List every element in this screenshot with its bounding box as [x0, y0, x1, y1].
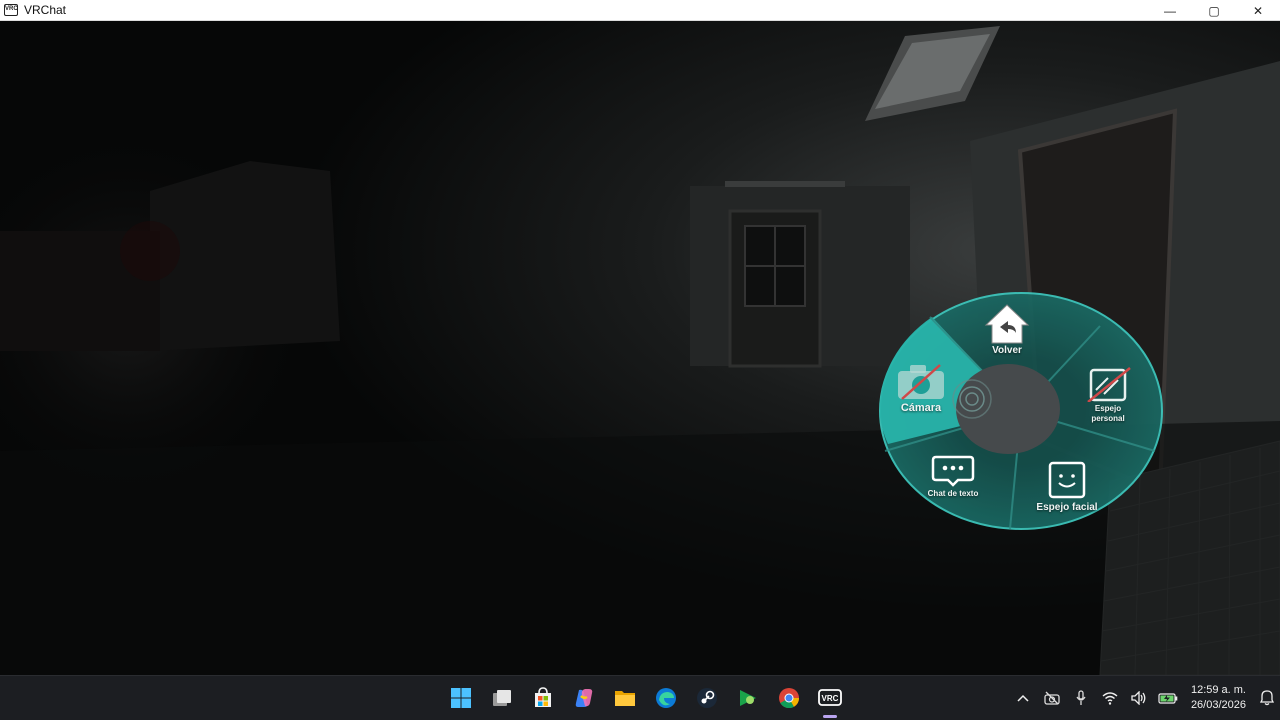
- microsoft-store-button[interactable]: [522, 676, 563, 720]
- copilot-icon: [575, 689, 592, 707]
- clock-time: 12:59 a. m.: [1190, 684, 1246, 696]
- wifi-icon: [1102, 691, 1117, 705]
- close-button[interactable]: ✕: [1236, 0, 1280, 21]
- game-launcher-button[interactable]: [727, 676, 768, 720]
- edge-icon: [655, 688, 676, 708]
- edge-button[interactable]: [645, 676, 686, 720]
- microphone-tray-button[interactable]: [1066, 676, 1095, 720]
- file-explorer-button[interactable]: [604, 676, 645, 720]
- svg-text:VRC: VRC: [821, 694, 838, 703]
- microsoft-store-icon: [534, 687, 551, 707]
- network-tray-button[interactable]: [1095, 676, 1124, 720]
- camera-off-icon: [1043, 691, 1060, 705]
- chat-bubble-icon: [931, 455, 975, 487]
- battery-icon: [1157, 693, 1177, 704]
- personal-mirror-option[interactable]: Espejo personal: [1078, 366, 1138, 426]
- game-scene: [0, 21, 1280, 675]
- chrome-button[interactable]: [768, 676, 809, 720]
- start-button[interactable]: [440, 676, 481, 720]
- window-titlebar: VRC VRChat — ▢ ✕: [0, 0, 1280, 21]
- camera-option[interactable]: Cámara: [890, 361, 952, 421]
- back-option[interactable]: Volver: [968, 301, 1046, 363]
- steam-button[interactable]: [686, 676, 727, 720]
- camera-tray-button[interactable]: [1037, 676, 1066, 720]
- mirror-off-icon: [1087, 367, 1131, 403]
- personal-mirror-label-line2: personal: [1091, 414, 1125, 423]
- chrome-icon: [778, 688, 799, 709]
- notification-bell-icon: [1260, 690, 1274, 706]
- minimize-button[interactable]: —: [1148, 0, 1192, 21]
- face-mirror-label: Espejo facial: [1036, 502, 1098, 513]
- copilot-button[interactable]: [563, 676, 604, 720]
- active-app-indicator: [822, 715, 837, 718]
- clock-date: 26/03/2026: [1190, 699, 1246, 711]
- game-launcher-icon: [739, 690, 756, 706]
- vrchat-button[interactable]: VRC: [809, 676, 850, 720]
- window-controls: — ▢ ✕: [1148, 0, 1280, 21]
- face-mirror-icon: [1048, 461, 1086, 499]
- text-chat-label: Chat de texto: [927, 489, 979, 498]
- game-viewport[interactable]: Volver Cámara Espejo personal Chat de te…: [0, 21, 1280, 675]
- face-mirror-option[interactable]: Espejo facial: [1030, 461, 1104, 519]
- clock[interactable]: 12:59 a. m. 26/03/2026: [1182, 683, 1246, 713]
- volume-icon: [1130, 691, 1145, 705]
- microphone-icon: [1075, 690, 1086, 705]
- maximize-button[interactable]: ▢: [1192, 0, 1236, 21]
- vrchat-app-icon: VRC: [4, 4, 18, 16]
- home-back-icon: [984, 304, 1030, 344]
- camera-off-menu-icon: [898, 364, 944, 400]
- steam-icon: [696, 688, 717, 708]
- taskbar: VRC 12:59 a. m. 26/03/2026: [0, 675, 1280, 720]
- vrchat-icon: VRC: [817, 689, 842, 706]
- back-label: Volver: [992, 345, 1022, 356]
- window-title: VRChat: [24, 3, 67, 17]
- taskbar-pinned-apps: VRC: [440, 676, 850, 720]
- personal-mirror-label: Espejo personal: [1078, 404, 1138, 424]
- system-tray: 12:59 a. m. 26/03/2026: [1008, 676, 1280, 720]
- camera-label: Cámara: [900, 402, 942, 414]
- task-view-button[interactable]: [481, 676, 522, 720]
- file-explorer-icon: [614, 691, 635, 706]
- battery-tray-button[interactable]: [1153, 676, 1182, 720]
- volume-tray-button[interactable]: [1124, 676, 1153, 720]
- start-icon: [450, 688, 471, 708]
- chevron-up-icon: [1016, 694, 1029, 702]
- show-hidden-icons-button[interactable]: [1008, 676, 1037, 720]
- text-chat-option[interactable]: Chat de texto: [918, 453, 988, 505]
- task-view-icon: [492, 690, 511, 706]
- personal-mirror-label-line1: Espejo: [1094, 404, 1122, 413]
- notifications-button[interactable]: [1254, 690, 1280, 706]
